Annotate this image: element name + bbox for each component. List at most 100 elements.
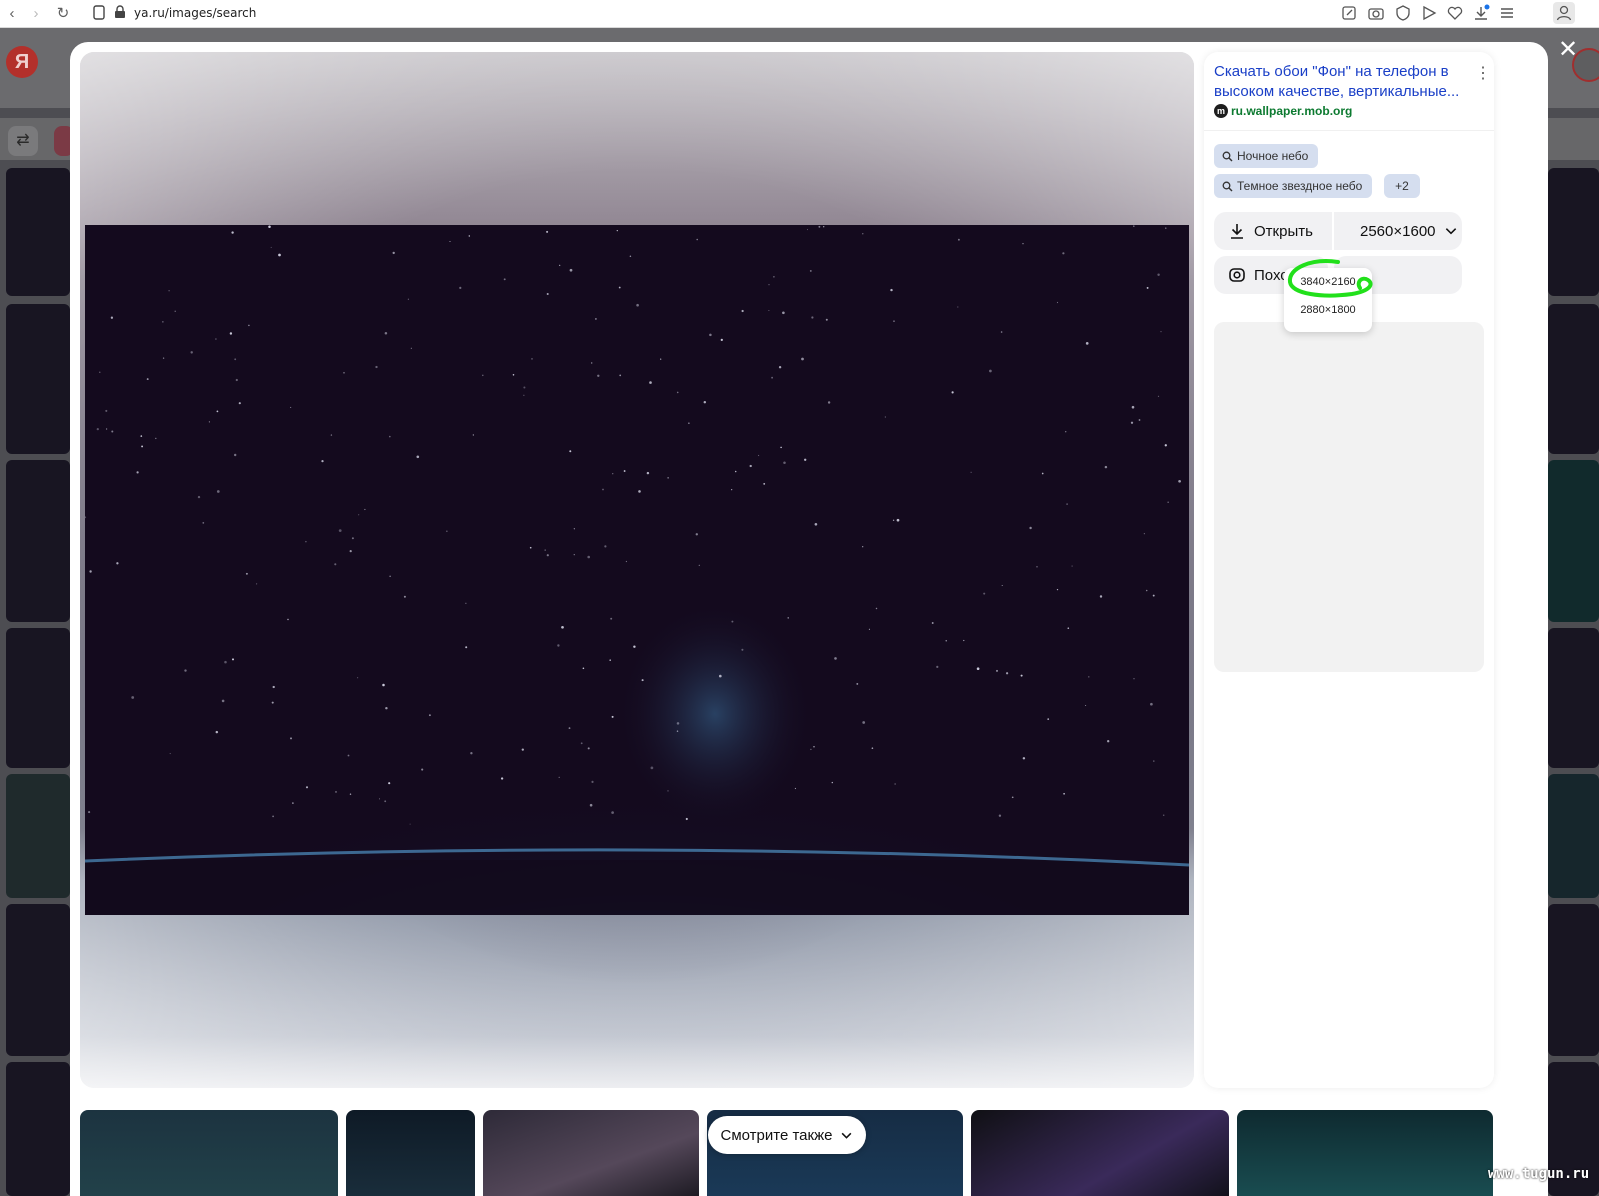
star [611,811,614,814]
heart-icon[interactable] [1446,4,1464,22]
lock-icon[interactable] [114,5,126,19]
background-thumbnail[interactable] [1548,168,1599,296]
background-thumbnail[interactable] [1548,904,1599,1056]
star [110,316,114,319]
profile-icon[interactable] [1553,2,1575,24]
star [1022,757,1026,760]
star [957,238,960,241]
back-icon[interactable]: ‹ [2,4,22,24]
background-thumbnail[interactable] [6,460,70,622]
highlight-annotation [1287,259,1373,298]
background-thumbnail[interactable] [1548,628,1599,768]
star [875,607,878,610]
star [862,721,866,724]
star [1005,672,1009,675]
star [862,546,864,548]
star [587,747,590,750]
related-thumbnail[interactable] [80,1110,338,1196]
related-thumbnail[interactable] [1237,1110,1493,1196]
yandex-logo[interactable]: Я [6,46,38,78]
background-thumbnail[interactable] [6,168,70,296]
background-thumbnail[interactable] [6,1062,70,1196]
star [421,768,424,771]
close-icon[interactable]: ✕ [1556,38,1580,62]
star [378,798,381,800]
star [521,748,524,751]
search-icon [1222,181,1233,191]
reload-icon[interactable]: ↻ [53,4,73,24]
star [696,238,698,241]
see-also-button[interactable]: Смотрите также [708,1116,866,1154]
send-icon[interactable] [1420,4,1438,22]
star [88,811,91,814]
star [1066,503,1068,505]
tag-label: Темное звездное небо [1237,179,1363,193]
related-thumbnail[interactable] [346,1110,475,1196]
star [99,371,101,373]
star [827,401,831,404]
star [146,378,149,381]
size-option[interactable]: 2880×1800 [1284,304,1372,316]
star [465,646,468,649]
size-select[interactable]: 2560×1600 [1334,212,1462,250]
star [1104,465,1108,469]
star [338,529,342,532]
star [531,358,533,360]
background-thumbnail[interactable] [6,304,70,454]
shield-icon[interactable] [1394,4,1412,22]
background-thumbnail[interactable] [6,904,70,1056]
open-button[interactable]: Открыть [1214,212,1332,250]
star [557,644,560,647]
star [818,225,821,228]
more-tags-button[interactable]: +2 [1384,174,1420,198]
star [1020,674,1023,677]
tag-chip[interactable]: Ночное небо [1214,144,1319,168]
star [768,309,770,312]
background-thumbnail[interactable] [1548,460,1599,622]
star [778,366,782,369]
forward-icon[interactable]: › [26,4,46,24]
star [384,800,387,803]
star [667,477,669,479]
star [111,430,114,433]
source-domain[interactable]: ru.wallpaper.mob.org [1231,104,1352,118]
star [1041,472,1044,475]
tag-chip[interactable]: Темное звездное небо [1214,174,1373,198]
star [862,233,864,235]
ad-placeholder [1214,322,1484,672]
star [197,495,201,499]
background-thumbnail[interactable] [6,628,70,768]
star [459,286,462,290]
star [349,549,352,553]
related-thumbnail[interactable] [483,1110,699,1196]
background-thumbnail[interactable] [1548,304,1599,454]
page-icon[interactable] [93,5,105,20]
more-options-icon[interactable]: ⋮ [1474,64,1492,84]
camera-icon[interactable] [1367,4,1385,22]
star [573,528,575,530]
star [641,679,644,682]
star [629,255,632,257]
star [749,464,752,468]
star [676,722,680,725]
star [619,374,622,377]
image-title-link[interactable]: Скачать обои "Фон" на телефон в высоком … [1214,62,1476,102]
main-image[interactable] [85,225,1189,915]
star [169,753,171,755]
download-icon[interactable] [1472,4,1490,22]
star [1062,252,1065,255]
star [470,752,473,755]
edit-icon[interactable] [1340,4,1358,22]
filter-settings-icon[interactable]: ⇄ [8,126,38,156]
address-bar[interactable]: ya.ru/images/search [134,6,256,20]
star [676,730,679,732]
menu-icon[interactable] [1498,4,1516,22]
source-link[interactable]: m ru.wallpaper.mob.org [1214,103,1352,119]
star [787,617,789,619]
star [1178,479,1181,483]
background-thumbnail[interactable] [6,774,70,898]
background-thumbnail[interactable] [1548,774,1599,898]
related-thumbnail[interactable] [971,1110,1229,1196]
browser-toolbar: ‹ › ↻ ya.ru/images/search [0,0,1599,28]
image-viewer-modal: Скачать обои "Фон" на телефон в высоком … [70,42,1548,1196]
